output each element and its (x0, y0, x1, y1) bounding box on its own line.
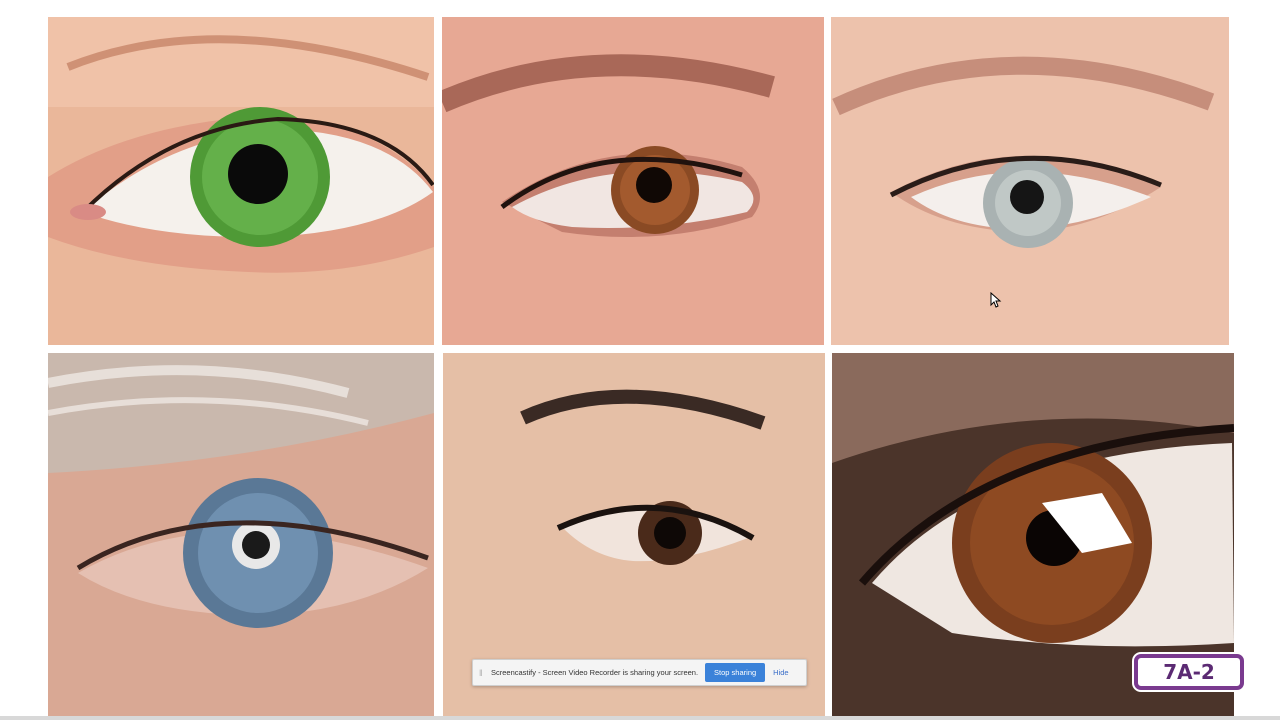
share-message: Screencastify - Screen Video Recorder is… (491, 668, 699, 677)
slide-badge: 7A-2 (1134, 654, 1244, 690)
bottom-divider (0, 716, 1280, 720)
mouse-cursor-icon (990, 292, 1002, 308)
photo-blue-eye (48, 353, 434, 716)
drag-handle-icon[interactable]: ‖ (479, 667, 487, 679)
stop-sharing-button[interactable]: Stop sharing (705, 663, 766, 682)
photo-green-eye (48, 17, 434, 345)
hide-link[interactable]: Hide (773, 668, 788, 677)
screen-share-bar: ‖ Screencastify - Screen Video Recorder … (472, 659, 807, 686)
photo-brown-eye (442, 17, 824, 345)
photo-grey-eye (831, 17, 1229, 345)
